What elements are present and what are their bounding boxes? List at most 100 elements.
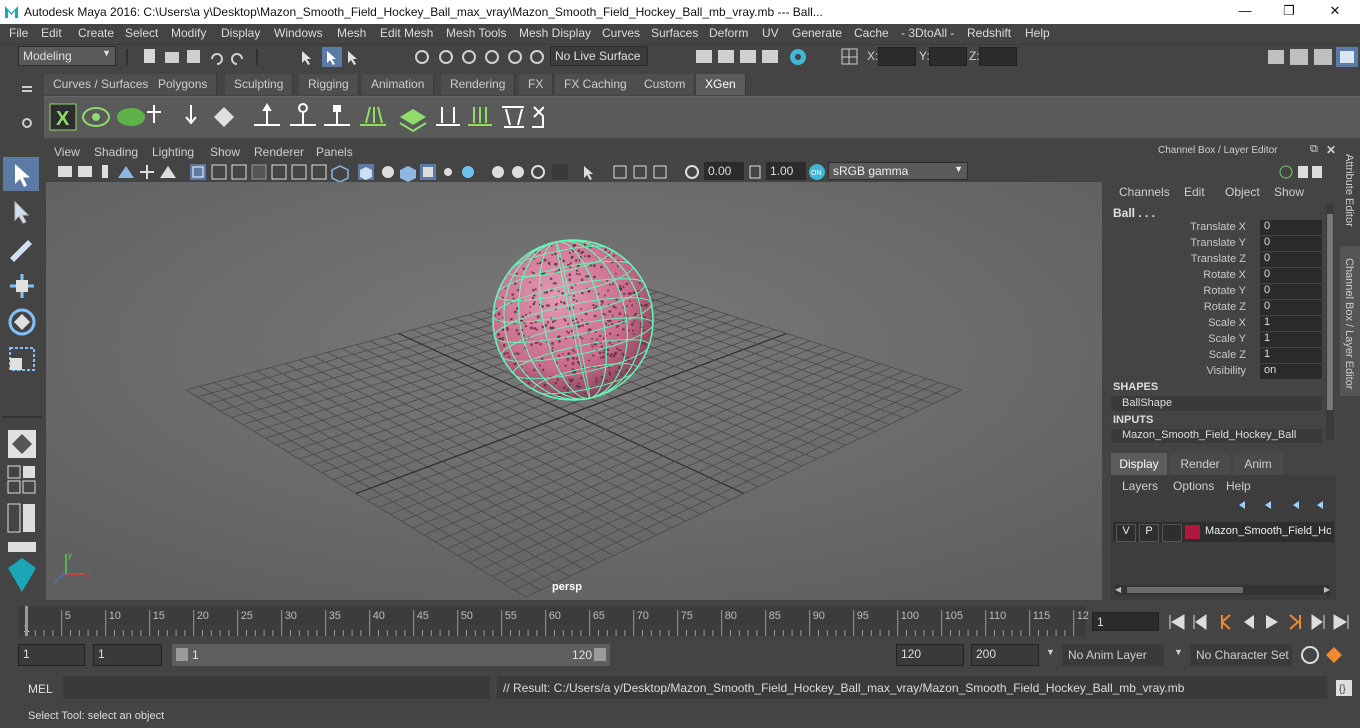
menu-edit-mesh[interactable]: Edit Mesh: [380, 26, 433, 40]
tab-custom[interactable]: Custom: [635, 74, 696, 95]
viewport-menu-view[interactable]: View: [54, 145, 80, 159]
play-forwards-icon[interactable]: [1266, 615, 1278, 629]
menu-surfaces[interactable]: Surfaces: [651, 26, 698, 40]
curves-to-guides-icon[interactable]: [502, 106, 524, 128]
tab-fx[interactable]: FX: [519, 74, 554, 95]
select-by-component-icon[interactable]: [348, 51, 357, 65]
screen-space-ambient-occlusion-icon[interactable]: [462, 166, 474, 178]
range-slider[interactable]: 1 120: [172, 644, 610, 666]
grooming-icon[interactable]: [360, 106, 386, 126]
grid-toggle-icon[interactable]: [190, 164, 206, 180]
script-editor-icon[interactable]: {}: [1334, 678, 1354, 698]
colorspace-dropdown[interactable]: sRGB gamma ▼: [828, 162, 968, 180]
redo-icon[interactable]: [231, 53, 243, 65]
depth-of-field-icon[interactable]: [531, 165, 545, 179]
maximize-button[interactable]: ❐: [1266, 0, 1312, 24]
undo-icon[interactable]: [211, 53, 223, 65]
z-input[interactable]: [979, 47, 1017, 66]
input-line-mode-icon[interactable]: [840, 47, 860, 67]
safe-title-icon[interactable]: [311, 164, 327, 180]
current-frame-field[interactable]: 1: [1092, 612, 1159, 631]
menu-help[interactable]: Help: [1025, 26, 1050, 40]
tab-animation[interactable]: Animation: [362, 74, 435, 95]
film-gate-icon[interactable]: [211, 164, 227, 180]
hyper-icon[interactable]: [1312, 166, 1322, 178]
viewport-menu-shading[interactable]: Shading: [94, 145, 138, 159]
exposure-input[interactable]: 0.00: [704, 162, 744, 180]
go-to-end-icon[interactable]: [1333, 614, 1349, 630]
ipr-render-icon[interactable]: [740, 50, 756, 63]
close-panel-icon[interactable]: ✕: [1326, 143, 1336, 157]
wireframe-icon[interactable]: [331, 165, 349, 182]
menu-create[interactable]: Create: [78, 26, 114, 40]
scroll-left-icon[interactable]: ◀: [1115, 585, 1121, 594]
new-scene-icon[interactable]: [144, 49, 155, 63]
snap-to-curve-icon[interactable]: [439, 50, 453, 64]
menu-windows[interactable]: Windows: [274, 26, 323, 40]
channel-row[interactable]: Rotate Y 0: [1108, 284, 1322, 300]
graph-layout-icon[interactable]: [8, 542, 36, 552]
modeling-toolkit-icon[interactable]: [1268, 50, 1284, 64]
playback-start-field[interactable]: 1: [93, 644, 162, 666]
menu-mesh[interactable]: Mesh: [337, 26, 366, 40]
channel-value[interactable]: 0: [1260, 300, 1322, 315]
create-description-icon[interactable]: [117, 108, 145, 126]
menu-3dtoall[interactable]: - 3DtoAll -: [901, 26, 954, 40]
manipulator-icon[interactable]: [1279, 165, 1293, 179]
render-settings-icon[interactable]: [762, 50, 778, 63]
channel-row[interactable]: Translate Z 0: [1108, 252, 1322, 268]
menu-modify[interactable]: Modify: [171, 26, 206, 40]
layer-color-swatch[interactable]: [1185, 525, 1200, 539]
menu-redshift[interactable]: Redshift: [967, 26, 1011, 40]
channel-value[interactable]: 1: [1260, 332, 1322, 347]
character-set-dropdown[interactable]: No Character Set: [1190, 644, 1292, 666]
2d-pan-zoom-icon[interactable]: [140, 165, 154, 179]
tab-polygons[interactable]: Polygons: [149, 74, 218, 95]
new-layer-from-selection-icon[interactable]: [1317, 501, 1323, 509]
wireframe-on-shaded-icon[interactable]: [382, 166, 394, 178]
viewport-menu-renderer[interactable]: Renderer: [254, 145, 304, 159]
tab-anim[interactable]: Anim: [1233, 453, 1283, 475]
step-forward-frame-icon[interactable]: [1311, 614, 1325, 630]
layers-menu[interactable]: Layers: [1122, 479, 1158, 493]
attribute-editor-tab[interactable]: Attribute Editor: [1343, 154, 1355, 227]
layer-playback-toggle[interactable]: P: [1139, 524, 1159, 542]
tab-rendering[interactable]: Rendering: [441, 74, 516, 95]
two-view-layout-icon[interactable]: [7, 480, 21, 494]
xray-icon[interactable]: [584, 166, 593, 180]
channel-value[interactable]: 1: [1260, 316, 1322, 331]
snap-to-grid-icon[interactable]: [415, 50, 429, 64]
channel-row[interactable]: Scale Y 1: [1108, 332, 1322, 348]
attribute-editor-icon[interactable]: [1290, 49, 1308, 65]
channel-box-scrollbar[interactable]: [1326, 204, 1334, 440]
float-panel-icon[interactable]: ⧉: [1310, 143, 1318, 156]
layer-name[interactable]: Mazon_Smooth_Field_Hockey_Ball: [1205, 525, 1331, 537]
layer-scrollbar[interactable]: ◀ ▶: [1115, 585, 1330, 595]
layer-options-menu[interactable]: Options: [1173, 479, 1214, 493]
bookmarks-icon[interactable]: [102, 165, 108, 178]
guide-to-curve-icon[interactable]: [468, 107, 492, 126]
speed-icon[interactable]: [1298, 166, 1308, 178]
channel-box-tab[interactable]: Channel Box / Layer Editor: [1340, 246, 1360, 396]
shape-row[interactable]: BallShape: [1111, 396, 1322, 411]
shelf-menu-icon[interactable]: [22, 86, 32, 88]
textured-icon[interactable]: [400, 166, 416, 182]
channels-object-menu[interactable]: Object: [1225, 185, 1260, 199]
time-slider[interactable]: 1510152025303540455055606570758085909510…: [0, 604, 1360, 638]
end-time-field[interactable]: 200: [971, 644, 1039, 666]
menu-curves[interactable]: Curves: [602, 26, 640, 40]
make-live-icon[interactable]: [508, 50, 522, 64]
y-input[interactable]: [929, 47, 967, 66]
perspective-viewport[interactable]: y x z persp: [46, 182, 1102, 600]
sculpt-guides-icon[interactable]: [254, 103, 280, 126]
channel-value[interactable]: on: [1260, 364, 1322, 379]
current-time-marker[interactable]: [25, 606, 28, 636]
viewport-menu-show[interactable]: Show: [210, 145, 240, 159]
channel-value[interactable]: 0: [1260, 268, 1322, 283]
channels-edit-menu[interactable]: Edit: [1184, 185, 1205, 199]
go-to-start-icon[interactable]: [1169, 614, 1185, 630]
viewport-canvas[interactable]: y x z persp: [46, 182, 1102, 600]
move-layer-down-icon[interactable]: [1265, 501, 1271, 509]
shadows-icon[interactable]: [444, 168, 452, 176]
channel-row[interactable]: Rotate X 0: [1108, 268, 1322, 284]
